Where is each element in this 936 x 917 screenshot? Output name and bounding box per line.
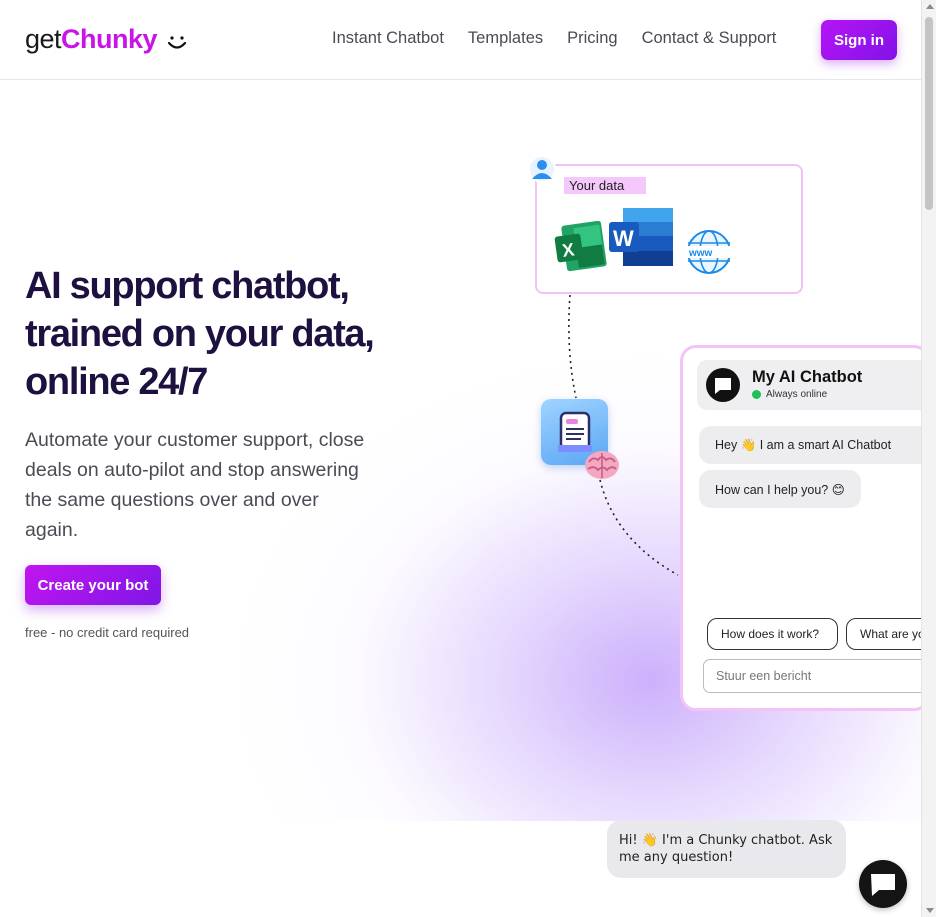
scroll-up-arrow-icon[interactable] [926,4,934,9]
svg-text:www: www [688,248,713,259]
widget-greeting-bubble[interactable]: Hi! 👋 I'm a Chunky chatbot. Ask me any q… [607,820,846,878]
chat-avatar [706,368,740,402]
chat-status: Always online [752,389,827,400]
page-scrollbar[interactable] [921,0,936,917]
online-indicator [752,390,761,399]
chat-icon [871,874,895,896]
suggestion-chip[interactable]: What are yo [846,618,927,650]
chatbot-preview-window: My AI Chatbot Always online Hey 👋 I am a… [680,345,930,711]
chat-message-input[interactable]: Stuur een bericht [703,659,927,693]
chat-header: My AI Chatbot Always online [697,360,927,410]
chat-bubble-icon [715,378,731,394]
excel-icon: X [554,221,607,272]
your-data-label: Your data [564,177,647,194]
scroll-thumb[interactable] [925,17,933,210]
user-icon [528,155,556,183]
chat-status-text: Always online [766,389,828,400]
chat-launcher-button[interactable] [859,860,907,908]
svg-text:W: W [613,226,634,251]
suggestion-chip[interactable]: How does it work? [707,618,838,650]
word-icon: W [609,208,673,266]
scroll-down-arrow-icon[interactable] [926,908,934,913]
bot-message: How can I help you? 😊 [699,470,861,508]
bot-message: Hey 👋 I am a smart AI Chatbot [699,426,927,464]
brain-icon [585,451,619,479]
www-globe-icon: www [686,230,732,274]
chat-title: My AI Chatbot [752,368,863,386]
